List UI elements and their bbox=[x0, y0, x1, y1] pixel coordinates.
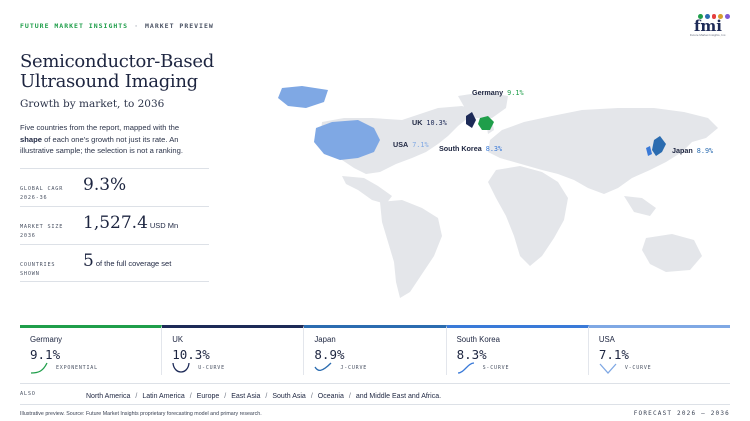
logo-tagline: Future Market Insights, Inc. bbox=[689, 33, 727, 37]
footer-source: Illustrative preview. Source: Future Mar… bbox=[20, 411, 262, 417]
central-america-land bbox=[342, 176, 392, 204]
region-item[interactable]: South Asia bbox=[272, 393, 305, 400]
v-curve-icon bbox=[599, 363, 617, 374]
region-item[interactable]: and Middle East and Africa. bbox=[356, 393, 441, 400]
stat-market-size: MARKET SIZE 2036 1,527.4 USD Mn bbox=[20, 206, 209, 244]
germany-pct: 9.1% bbox=[507, 89, 524, 97]
j-curve-icon bbox=[314, 362, 332, 371]
brand-name: FUTURE MARKET INSIGHTS bbox=[20, 22, 129, 30]
card-country-name: UK bbox=[172, 335, 184, 344]
card-japan[interactable]: Japan 8.9% J-CURVE bbox=[304, 325, 447, 375]
logo-dot bbox=[725, 14, 730, 19]
stat-label: MARKET SIZE 2036 bbox=[20, 224, 64, 239]
stat-value: 1,527.4 USD Mn bbox=[83, 213, 179, 233]
card-country-cagr: 10.3% bbox=[172, 347, 210, 362]
region-item[interactable]: Oceania bbox=[318, 393, 344, 400]
card-germany[interactable]: Germany 9.1% EXPONENTIAL bbox=[20, 325, 163, 375]
card-country-cagr: 7.1% bbox=[598, 347, 629, 362]
land-masses bbox=[320, 92, 718, 298]
card-country-cagr: 8.3% bbox=[456, 347, 487, 362]
map-label-usa: USA 7.1% bbox=[393, 140, 429, 149]
country-cards: Germany 9.1% EXPONENTIAL UK 10.3% U-CURV… bbox=[20, 325, 731, 375]
card-uk[interactable]: UK 10.3% U-CURVE bbox=[162, 325, 305, 375]
alaska-region bbox=[278, 86, 328, 108]
world-map: Germany 9.1% UK 10.3% USA 7.1% South Korea 8… bbox=[262, 78, 734, 310]
southeast-asia-land bbox=[624, 196, 656, 216]
eyebrow: FUTURE MARKET INSIGHTS · MARKET PREVIEW bbox=[20, 22, 214, 30]
region-divider: / bbox=[189, 393, 192, 400]
stat-value: 5 of the full coverage set bbox=[83, 251, 172, 271]
fmi-logo[interactable]: fmi Future Market Insights, Inc. bbox=[686, 14, 730, 42]
map-label-germany: Germany 9.1% bbox=[472, 88, 524, 97]
south-america-land bbox=[380, 200, 442, 298]
report-kind: MARKET PREVIEW bbox=[145, 22, 214, 30]
card-curve-label: V-CURVE bbox=[624, 365, 652, 371]
card-country-name: Germany bbox=[30, 335, 63, 344]
footer-forecast: FORECAST 2026 – 2036 bbox=[633, 410, 730, 417]
japan-pct: 8.9% bbox=[696, 147, 714, 155]
card-curve-label: EXPONENTIAL bbox=[56, 365, 98, 371]
also-label: ALSO bbox=[20, 391, 36, 397]
stat-countries-shown: COUNTRIES SHOWN 5 of the full coverage set bbox=[20, 244, 209, 282]
south-korea-pct: 8.3% bbox=[485, 145, 503, 153]
also-regions-bar: ALSO North America / Latin America / Europe /… bbox=[20, 383, 730, 405]
region-item[interactable]: Latin America bbox=[142, 393, 184, 400]
description-part1: Five countries from the report, mapped w… bbox=[20, 123, 180, 132]
map-label-uk: UK 10.3% bbox=[412, 118, 447, 127]
region-divider: / bbox=[265, 393, 268, 400]
region-list: North America / Latin America / Europe / East … bbox=[86, 385, 441, 403]
card-curve-label: S-CURVE bbox=[482, 365, 510, 371]
uk-pct: 10.3% bbox=[426, 119, 447, 127]
card-usa[interactable]: USA 7.1% V-CURVE bbox=[588, 325, 731, 375]
description: Five countries from the report, mapped w… bbox=[20, 122, 185, 157]
card-country-cagr: 8.9% bbox=[314, 347, 345, 362]
region-item[interactable]: East Asia bbox=[231, 393, 260, 400]
region-divider: / bbox=[310, 393, 313, 400]
page-title: Semiconductor-Based Ultrasound Imaging bbox=[20, 51, 214, 92]
region-divider: / bbox=[348, 393, 351, 400]
stat-note: of the full coverage set bbox=[95, 259, 172, 268]
card-curve-label: J-CURVE bbox=[340, 365, 368, 371]
region-item[interactable]: Europe bbox=[197, 393, 220, 400]
s-curve-icon bbox=[457, 362, 474, 374]
map-label-south-korea: South Korea 8.3% bbox=[439, 144, 503, 153]
card-country-name: USA bbox=[598, 335, 615, 344]
u-curve-icon bbox=[172, 362, 190, 373]
card-curve-label: U-CURVE bbox=[198, 365, 225, 371]
stat-global-cagr: GLOBAL CAGR 2026-36 9.3% bbox=[20, 168, 209, 206]
stat-label: COUNTRIES SHOWN bbox=[20, 262, 56, 277]
description-part2: of each one's growth not just its rate. … bbox=[20, 134, 183, 156]
stat-label: GLOBAL CAGR 2026-36 bbox=[20, 186, 64, 201]
stat-value: 9.3% bbox=[83, 175, 127, 195]
card-country-name: Japan bbox=[314, 335, 336, 344]
region-item[interactable]: North America bbox=[86, 393, 130, 400]
card-country-cagr: 9.1% bbox=[30, 347, 61, 362]
world-map-svg bbox=[278, 86, 718, 298]
exponential-curve-icon bbox=[30, 362, 48, 374]
stat-unit: USD Mn bbox=[149, 221, 179, 230]
card-south-korea[interactable]: South Korea 8.3% S-CURVE bbox=[446, 325, 589, 375]
africa-land bbox=[488, 166, 568, 266]
card-country-name: South Korea bbox=[456, 335, 500, 344]
eyebrow-separator: · bbox=[134, 22, 140, 30]
usa-pct: 7.1% bbox=[412, 141, 429, 149]
region-divider: / bbox=[224, 393, 227, 400]
australia-land bbox=[642, 234, 702, 272]
logo-word: fmi bbox=[693, 17, 723, 35]
description-emphasis: shape bbox=[20, 134, 42, 144]
map-label-japan: Japan 8.9% bbox=[672, 146, 714, 155]
region-divider: / bbox=[135, 393, 138, 400]
page-subtitle: Growth by market, to 2036 bbox=[20, 98, 165, 110]
